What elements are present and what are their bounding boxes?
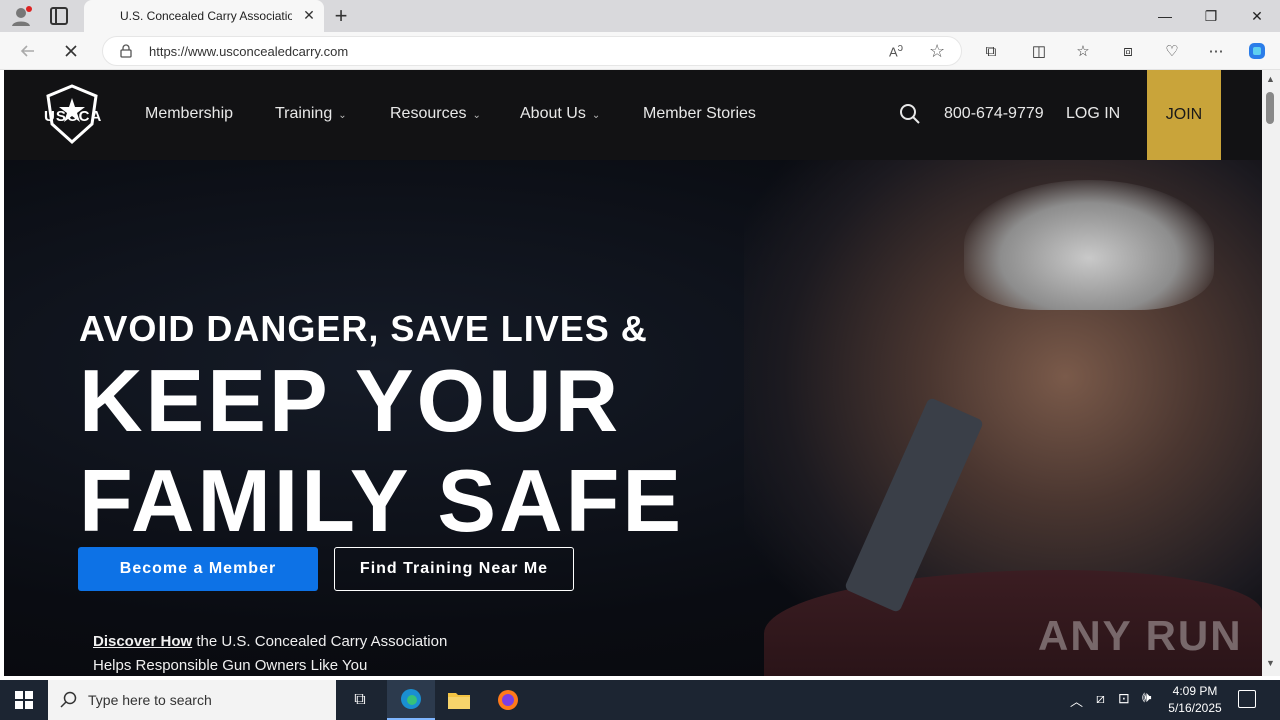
page-viewport: USCCA Membership Training ⌄ Resources ⌄ Ab… [4,70,1262,676]
scroll-up-icon[interactable]: ▲ [1266,74,1275,84]
nav-member-stories[interactable]: Member Stories [643,105,756,123]
phone-number-link[interactable]: 800-674-9779 [944,105,1044,123]
scroll-thumb[interactable] [1266,92,1274,124]
find-training-button[interactable]: Find Training Near Me [334,547,574,591]
notifications-icon[interactable] [1238,690,1256,708]
become-member-button[interactable]: Become a Member [78,547,318,591]
windows-logo-icon [15,691,33,709]
active-tab[interactable]: U.S. Concealed Carry Association ✕ [84,0,324,32]
read-aloud-icon[interactable]: Aↄ [889,42,909,62]
extensions-icon[interactable]: ⧉ [980,40,1002,62]
nav-label: Training [275,105,333,122]
chevron-down-icon: ⌄ [338,110,347,121]
site-favicon [96,9,110,23]
nav-label: Member Stories [643,105,756,122]
stop-loading-icon[interactable] [60,40,82,62]
nav-label: Membership [145,105,234,122]
profile-icon[interactable] [10,5,32,27]
nav-label: About Us [520,105,586,122]
tab-close-icon[interactable]: ✕ [300,6,318,24]
windows-taskbar: Type here to search ⧉ ︿ ⧄ ⊡ 🕪 4:09 PM 5/… [0,680,1280,720]
hero-photo-hair [964,180,1214,310]
nav-membership[interactable]: Membership [145,105,233,123]
taskbar-clock[interactable]: 4:09 PM 5/16/2025 [1162,683,1228,717]
uscca-logo[interactable]: USCCA [42,84,102,146]
discover-text-line1: the U.S. Concealed Carry Association [192,633,448,650]
firefox-icon[interactable] [484,680,532,720]
edge-taskbar-icon[interactable] [387,680,435,720]
hero-section: AVOID DANGER, SAVE LIVES & KEEP YOUR FAM… [4,160,1262,676]
split-screen-icon[interactable]: ◫ [1028,40,1050,62]
logo-text: USCCA [44,108,103,125]
clock-time: 4:09 PM [1172,684,1218,698]
join-button[interactable]: JOIN [1147,70,1221,160]
login-link[interactable]: LOG IN [1066,105,1120,123]
show-hidden-icons[interactable]: ︿ [1070,691,1083,710]
back-icon[interactable] [16,40,38,62]
file-explorer-icon[interactable] [435,680,483,720]
nav-training[interactable]: Training ⌄ [275,105,347,123]
meet-now-icon[interactable]: ⧄ [1096,690,1105,707]
start-button[interactable] [0,680,48,720]
tab-actions-icon[interactable] [50,7,68,25]
discover-text-line2: Helps Responsible Gun Owners Like You [93,657,368,674]
chevron-down-icon: ⌄ [472,110,481,121]
tab-title: U.S. Concealed Carry Association [120,9,292,23]
search-icon [60,691,78,709]
address-bar[interactable]: https://www.usconcealedcarry.com Aↄ ☆ [102,36,962,66]
hero-headline-line1: KEEP YOUR [79,351,622,450]
minimize-button[interactable]: — [1150,6,1180,26]
volume-icon[interactable]: 🕪 [1142,689,1151,706]
favorite-star-icon[interactable]: ☆ [929,41,949,61]
anyrun-watermark: ANY RUN [1038,612,1243,659]
browser-tab-bar: U.S. Concealed Carry Association ✕ + — ❐… [0,0,1280,32]
hero-headline-line2: FAMILY SAFE [79,451,685,550]
clock-date: 5/16/2025 [1168,701,1222,715]
close-window-button[interactable]: ✕ [1242,6,1272,26]
taskbar-search-box[interactable]: Type here to search [48,680,336,720]
nav-resources[interactable]: Resources ⌄ [390,105,481,123]
chevron-down-icon: ⌄ [591,110,601,121]
browser-essentials-icon[interactable]: ♡ [1161,40,1183,62]
lock-icon[interactable] [119,44,133,58]
favorites-icon[interactable]: ☆ [1072,40,1094,62]
search-placeholder: Type here to search [88,692,212,708]
address-bar-row: https://www.usconcealedcarry.com Aↄ ☆ ⧉ … [0,32,1280,70]
more-options-icon[interactable]: ⋯ [1205,40,1227,62]
nav-label: Resources [390,105,467,122]
nav-about-us[interactable]: About Us ⌄ [520,105,600,123]
restore-button[interactable]: ❐ [1196,6,1226,26]
hero-eyebrow: AVOID DANGER, SAVE LIVES & [79,308,648,349]
collections-icon[interactable]: ⧈ [1117,40,1139,62]
scroll-down-icon[interactable]: ▼ [1266,658,1275,668]
site-header: USCCA Membership Training ⌄ Resources ⌄ Ab… [4,70,1262,160]
discover-how-link[interactable]: Discover How [93,633,192,650]
new-tab-button[interactable]: + [330,3,352,29]
network-icon[interactable]: ⊡ [1118,690,1130,707]
page-scrollbar[interactable]: ▲ ▼ [1262,70,1280,676]
task-view-icon[interactable]: ⧉ [336,680,384,720]
copilot-icon[interactable] [1246,40,1268,62]
discover-text: Discover How the U.S. Concealed Carry As… [93,630,513,676]
url-text[interactable]: https://www.usconcealedcarry.com [149,44,348,59]
search-icon[interactable] [899,103,921,125]
